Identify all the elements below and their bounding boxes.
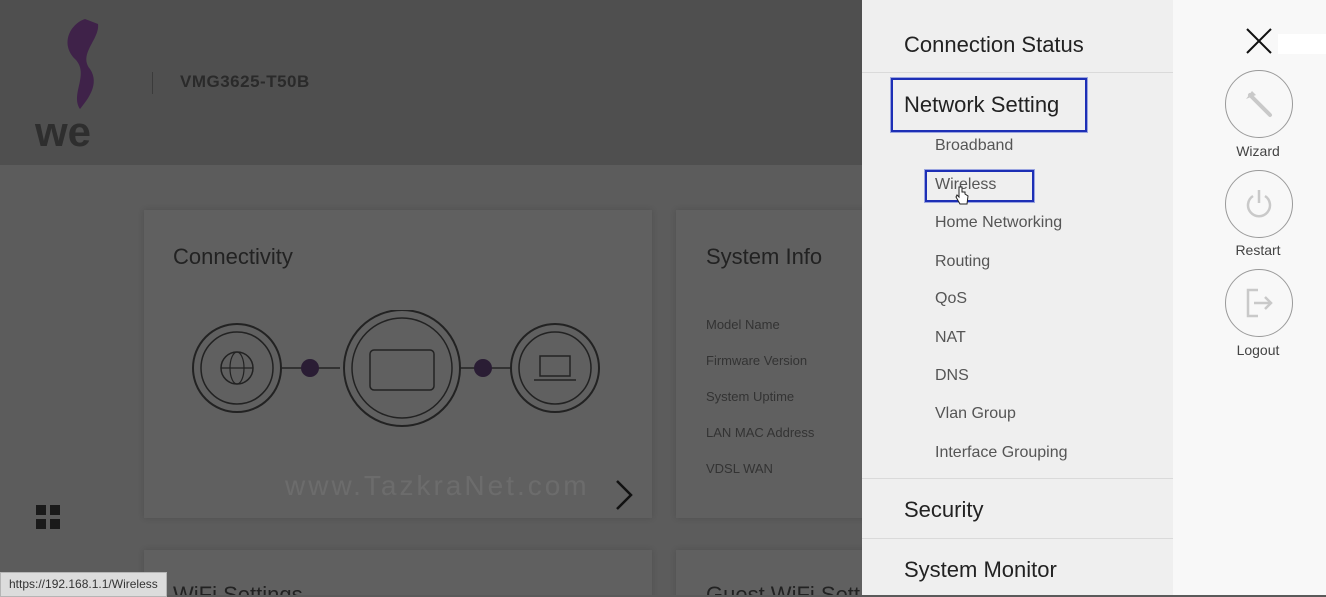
- menu-item-dns[interactable]: DNS: [935, 367, 969, 385]
- info-label: System Uptime: [706, 389, 795, 404]
- model-name: VMG3625-T50B: [180, 72, 310, 91]
- router-icon: [343, 310, 461, 427]
- menu-item-interface-grouping[interactable]: Interface Grouping: [935, 444, 1068, 462]
- logout-icon: [1246, 288, 1273, 318]
- globe-icon: [192, 323, 282, 413]
- highlight-wireless: [925, 170, 1034, 202]
- menu-item-home-networking[interactable]: Home Networking: [935, 214, 1062, 232]
- dimmed-dashboard: we VMG3625-T50B Connectivity www.TazkraN…: [0, 0, 862, 595]
- info-label: LAN MAC Address: [706, 425, 815, 440]
- next-arrow-icon[interactable]: [612, 478, 636, 512]
- menu-item-vlan-group[interactable]: Vlan Group: [935, 405, 1016, 423]
- menu-item-routing[interactable]: Routing: [935, 253, 990, 271]
- hand-cursor-icon: [955, 186, 969, 205]
- svg-text:we: we: [34, 108, 91, 154]
- restart-button[interactable]: [1225, 170, 1293, 238]
- info-label: Model Name: [706, 317, 780, 332]
- system-info-title: System Info: [706, 244, 823, 269]
- top-strip: [1278, 34, 1326, 54]
- info-label: Firmware Version: [706, 353, 808, 368]
- menu-connection-status[interactable]: Connection Status: [904, 32, 1084, 58]
- wizard-button[interactable]: [1225, 70, 1293, 138]
- menu-item-broadband[interactable]: Broadband: [935, 137, 1013, 155]
- close-icon[interactable]: [1244, 26, 1274, 56]
- wizard-label: Wizard: [1236, 143, 1280, 159]
- check-icon: [301, 359, 319, 377]
- power-icon: [1246, 190, 1272, 218]
- restart-label: Restart: [1235, 242, 1281, 258]
- highlight-network-setting: [891, 78, 1087, 132]
- check-icon: [474, 359, 492, 377]
- header-divider: [152, 72, 153, 94]
- logout-button[interactable]: [1225, 269, 1293, 337]
- guest-wifi-title: Guest WiFi Sett: [706, 582, 861, 595]
- laptop-icon: [510, 323, 600, 413]
- connectivity-diagram: [192, 310, 600, 427]
- menu-item-nat[interactable]: NAT: [935, 329, 966, 347]
- apps-grid-icon[interactable]: [36, 505, 60, 529]
- connectivity-title: Connectivity: [173, 244, 293, 269]
- we-logo: we: [34, 19, 99, 154]
- menu-security[interactable]: Security: [904, 497, 983, 523]
- menu-item-qos[interactable]: QoS: [935, 290, 967, 308]
- menu-divider: [862, 72, 1173, 73]
- menu-divider: [862, 478, 1173, 479]
- status-url-bar: https://192.168.1.1/Wireless: [0, 572, 167, 597]
- wifi-settings-title: WiFi Settings: [173, 582, 303, 595]
- info-label: VDSL WAN: [706, 461, 773, 476]
- menu-divider: [862, 538, 1173, 539]
- menu-system-monitor[interactable]: System Monitor: [904, 557, 1057, 583]
- wand-icon: [1246, 91, 1272, 117]
- watermark-text: www.TazkraNet.com: [285, 470, 590, 501]
- logout-label: Logout: [1236, 342, 1280, 358]
